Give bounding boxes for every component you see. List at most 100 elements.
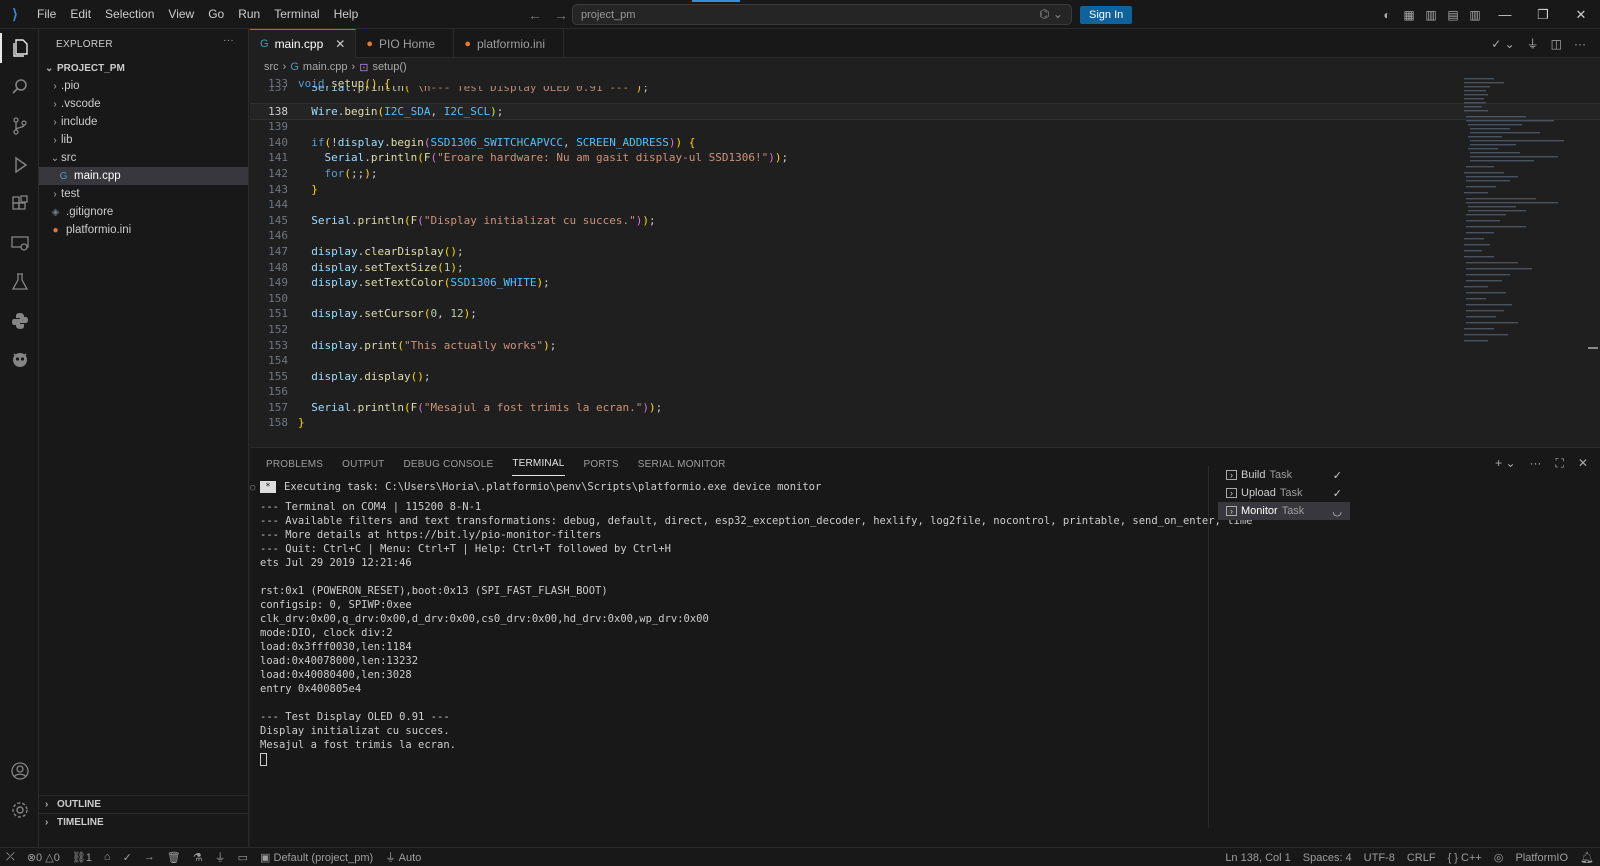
- split-editor-icon[interactable]: ◫: [1551, 37, 1562, 51]
- code-line[interactable]: 148 display.setTextSize(1);: [250, 260, 1600, 276]
- tab-output[interactable]: OUTPUT: [342, 453, 384, 476]
- timeline-section[interactable]: › TIMELINE: [39, 813, 249, 831]
- pio-port-switcher[interactable]: ⏚ Auto: [379, 849, 427, 865]
- code-line[interactable]: 145 Serial.println(F("Display initializa…: [250, 213, 1600, 229]
- pio-test-flask-icon[interactable]: ⚗︎: [187, 851, 209, 864]
- task-monitor[interactable]: › Monitor Task ◡: [1218, 502, 1350, 520]
- code-line[interactable]: 155 display.display();: [250, 369, 1600, 385]
- forward-arrow-icon[interactable]: →: [554, 7, 568, 23]
- tree-file-gitignore[interactable]: ◈ .gitignore: [39, 203, 248, 221]
- task-build[interactable]: › Build Task ✓: [1218, 466, 1350, 484]
- tree-folder-include[interactable]: › include: [39, 113, 248, 131]
- code-line[interactable]: 149 display.setTextColor(SSD1306_WHITE);: [250, 275, 1600, 291]
- indentation[interactable]: Spaces: 4: [1297, 852, 1358, 864]
- project-root-folder[interactable]: ⌄ PROJECT_PM: [39, 59, 248, 77]
- tab-debug-console[interactable]: DEBUG CONSOLE: [403, 453, 493, 476]
- tab-ports[interactable]: PORTS: [584, 453, 619, 476]
- cursor-position[interactable]: Ln 138, Col 1: [1219, 852, 1296, 864]
- tab-terminal[interactable]: TERMINAL: [512, 452, 565, 476]
- menu-terminal[interactable]: Terminal: [267, 0, 326, 29]
- close-panel-icon[interactable]: ✕: [1578, 456, 1588, 471]
- pio-terminal-icon[interactable]: ▭: [232, 851, 254, 864]
- extensions-icon[interactable]: [0, 189, 39, 219]
- close-tab-icon[interactable]: ✕: [335, 37, 345, 51]
- accounts-icon[interactable]: [0, 756, 39, 786]
- more-actions-icon[interactable]: ···: [223, 35, 234, 46]
- code-line[interactable]: 139: [250, 119, 1600, 135]
- testing-flask-icon[interactable]: [0, 267, 39, 297]
- pio-upload-arrow-icon[interactable]: →: [138, 851, 161, 863]
- tree-folder-src[interactable]: ⌄ src: [39, 149, 248, 167]
- code-line[interactable]: 137 Serial.println("\n--- Test Display O…: [250, 86, 1600, 96]
- explorer-icon[interactable]: [0, 33, 39, 63]
- code-line[interactable]: 147 display.clearDisplay();: [250, 244, 1600, 260]
- toggle-panel-icon[interactable]: ▤: [1442, 8, 1464, 22]
- outline-section[interactable]: › OUTLINE: [39, 795, 249, 813]
- toggle-secondary-sidebar-icon[interactable]: ▥: [1464, 8, 1486, 22]
- new-terminal-plus-icon[interactable]: + ⌄: [1495, 456, 1515, 471]
- pio-build-check-icon[interactable]: ✓: [117, 851, 138, 864]
- menu-file[interactable]: File: [30, 0, 63, 29]
- tab-pio-home[interactable]: ● PIO Home: [356, 29, 455, 58]
- menu-selection[interactable]: Selection: [98, 0, 161, 29]
- code-line[interactable]: 146: [250, 228, 1600, 244]
- restore-icon[interactable]: ❐: [1524, 7, 1562, 23]
- remote-indicator-icon[interactable]: ⤫: [0, 851, 21, 864]
- tree-folder-vscode[interactable]: › .vscode: [39, 95, 248, 113]
- code-line[interactable]: 158}: [250, 415, 1600, 431]
- code-line[interactable]: 154: [250, 353, 1600, 369]
- menu-help[interactable]: Help: [327, 0, 366, 29]
- pio-env-switcher[interactable]: ▣ Default (project_pm): [254, 851, 379, 864]
- close-window-icon[interactable]: ✕: [1562, 7, 1600, 23]
- breadcrumb-file[interactable]: main.cpp: [303, 61, 348, 73]
- menu-go[interactable]: Go: [201, 0, 231, 29]
- menu-edit[interactable]: Edit: [63, 0, 98, 29]
- menu-run[interactable]: Run: [231, 0, 267, 29]
- more-actions-icon[interactable]: ···: [1574, 37, 1586, 51]
- run-debug-icon[interactable]: [0, 150, 39, 180]
- python-icon[interactable]: [0, 306, 39, 336]
- breadcrumb-symbol[interactable]: setup(): [372, 61, 406, 73]
- tab-problems[interactable]: PROBLEMS: [266, 453, 323, 476]
- tab-platformio-ini[interactable]: ● platformio.ini: [454, 29, 565, 58]
- problems-indicator[interactable]: ⊗0 △0: [21, 851, 66, 864]
- code-line[interactable]: 152: [250, 322, 1600, 338]
- platformio-status[interactable]: PlatformIO: [1509, 852, 1574, 864]
- breadcrumb-folder[interactable]: src: [264, 61, 279, 73]
- minimap[interactable]: [1462, 76, 1590, 346]
- minimize-icon[interactable]: —: [1486, 7, 1524, 22]
- menu-view[interactable]: View: [161, 0, 201, 29]
- tree-folder-test[interactable]: › test: [39, 185, 248, 203]
- checkmark-dropdown-icon[interactable]: ✓ ⌄: [1491, 37, 1514, 51]
- scrollbar-position-indicator[interactable]: [1588, 347, 1598, 349]
- pio-serial-plug-icon[interactable]: ⏚: [209, 849, 232, 865]
- manage-gear-icon[interactable]: [0, 795, 39, 825]
- toggle-sidebar-icon[interactable]: ▥: [1420, 8, 1442, 22]
- code-line[interactable]: 150: [250, 291, 1600, 307]
- ports-indicator[interactable]: ⛓1: [66, 851, 98, 864]
- command-center-search[interactable]: project_pm ⌬ ⌄: [572, 4, 1072, 25]
- tree-folder-lib[interactable]: › lib: [39, 131, 248, 149]
- tab-serial-monitor[interactable]: SERIAL MONITOR: [638, 453, 726, 476]
- copilot-chat-icon[interactable]: ⌬ ⌄: [1039, 7, 1063, 21]
- code-line[interactable]: 144: [250, 197, 1600, 213]
- pio-clean-trash-icon[interactable]: 🗑︎: [161, 851, 187, 864]
- code-editor[interactable]: 133 void setup() {137 Serial.println("\n-…: [250, 76, 1600, 442]
- tree-file-platformio-ini[interactable]: ● platformio.ini: [39, 221, 248, 239]
- search-icon[interactable]: [0, 72, 39, 102]
- notifications-bell-icon[interactable]: 🔔︎: [1574, 851, 1600, 864]
- task-upload[interactable]: › Upload Task ✓: [1218, 484, 1350, 502]
- upload-plug-icon[interactable]: ⏚: [1527, 35, 1539, 52]
- back-arrow-icon[interactable]: ←: [528, 7, 542, 23]
- remote-explorer-icon[interactable]: [0, 228, 39, 258]
- code-line[interactable]: 143 }: [250, 182, 1600, 198]
- copilot-status-icon[interactable]: ◎: [1488, 851, 1510, 864]
- code-line[interactable]: 157 Serial.println(F("Mesajul a fost tri…: [250, 400, 1600, 416]
- pio-home-icon[interactable]: ⌂: [98, 851, 117, 863]
- source-control-icon[interactable]: [0, 111, 39, 141]
- platformio-alien-icon[interactable]: [0, 345, 39, 375]
- encoding[interactable]: UTF-8: [1358, 852, 1401, 864]
- language-mode[interactable]: { } C++: [1442, 852, 1488, 864]
- code-line[interactable]: 142 for(;;);: [250, 166, 1600, 182]
- code-line[interactable]: 153 display.print("This actually works")…: [250, 338, 1600, 354]
